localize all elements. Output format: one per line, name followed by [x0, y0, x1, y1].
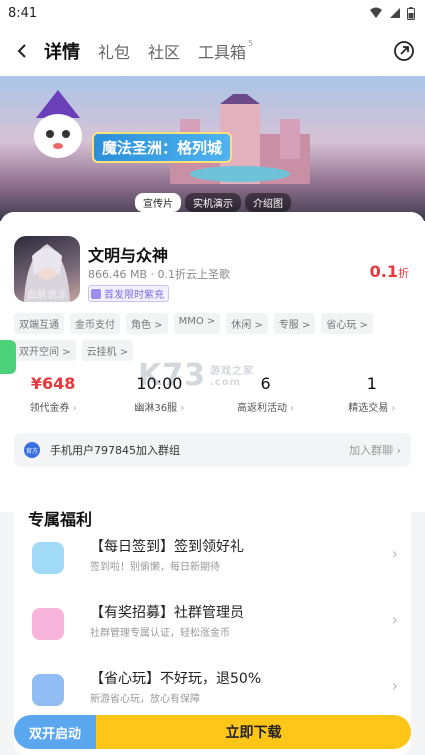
game-info-card: 血脉诡泺 文明与众神 866.46 MB · 0.1折云上圣歌 首发限时紫充 0…	[0, 212, 425, 512]
welfare-item-title: 【有奖招募】社群管理员	[90, 605, 244, 621]
discount-value: 0.1折	[370, 262, 409, 281]
share-button[interactable]	[393, 40, 415, 66]
group-text: 手机用户797845加入群组	[50, 444, 180, 457]
battery-icon	[407, 6, 415, 20]
discount-number: 0.1	[369, 262, 398, 281]
game-detail-page: 8:41 详情 礼包 社区 工具箱 5 魔法圣洲：格列城 宣传片 实机演示 介绍…	[0, 0, 425, 755]
stat-rebate[interactable]: 6 高返利活动	[213, 374, 319, 414]
status-icons	[369, 6, 415, 20]
welfare-item[interactable]: 【每日签到】签到领好礼签到啦！别偷懒，每日新期待 ›	[28, 534, 398, 594]
tab-toolbox-label: 工具箱	[198, 43, 247, 62]
tag[interactable]: 休闲 >	[226, 313, 268, 334]
welfare-icon	[32, 608, 64, 640]
tag[interactable]: 云挂机 >	[81, 340, 134, 361]
tab-toolbox[interactable]: 工具箱 5	[198, 39, 253, 63]
discount-unit: 折	[398, 267, 409, 280]
stat-value: 6	[260, 374, 271, 393]
welfare-item-subtitle: 签到啦！别偷懒，每日新期待	[90, 562, 220, 573]
stat-label: 高返利活动	[213, 399, 319, 414]
media-tab-trailer[interactable]: 宣传片	[135, 193, 181, 212]
floating-side-button[interactable]	[0, 340, 16, 374]
dual-launch-button[interactable]: 双开启动	[14, 715, 96, 749]
app-icon: 血脉诡泺	[14, 236, 80, 302]
tab-community[interactable]: 社区	[148, 39, 180, 63]
tag-list: 双端互通 金币支付 角色 > MMO > 休闲 > 专服 > 省心玩 > 双开空间 > 云挂机 …	[14, 313, 414, 361]
tab-toolbox-badge: 5	[247, 39, 254, 48]
app-meta: 866.46 MB · 0.1折云上圣歌	[88, 268, 231, 281]
stat-trade[interactable]: 1 精选交易	[319, 374, 425, 414]
download-button[interactable]: 立即下载	[96, 715, 411, 749]
signal-icon	[390, 8, 400, 18]
badge-icon	[91, 288, 101, 299]
tag[interactable]: 角色 >	[126, 313, 168, 334]
app-icon-text: 血脉诡泺	[27, 288, 67, 301]
launch-badge: 首发限时紫充	[88, 285, 169, 302]
join-group-button[interactable]: 加入群聊 ›	[349, 442, 401, 458]
status-time: 8:41	[8, 5, 38, 21]
group-icon: 官方	[24, 442, 40, 458]
stat-label: 幽淋36服	[106, 399, 212, 414]
banner-title: 魔法圣洲：格列城	[92, 132, 233, 163]
join-group-row[interactable]: 官方 手机用户797845加入群组 加入群聊 ›	[14, 433, 411, 467]
tag[interactable]: 双开空间 >	[14, 340, 76, 361]
tag[interactable]: 省心玩 >	[321, 313, 373, 334]
top-nav: 详情 礼包 社区 工具箱 5	[0, 26, 425, 76]
tag[interactable]: 双端互通	[14, 313, 64, 334]
welfare-item-subtitle: 新游省心玩，放心有保障	[90, 694, 200, 705]
chevron-right-icon: ›	[391, 544, 398, 563]
badge-label: 首发限时紫充	[104, 290, 164, 301]
welfare-item[interactable]: 【有奖招募】社群管理员社群管理专属认证，轻松涨金币 ›	[28, 600, 398, 660]
welfare-item-subtitle: 社群管理专属认证，轻松涨金币	[90, 628, 230, 639]
tag[interactable]: 金币支付	[70, 313, 120, 334]
nav-tabs: 详情 礼包 社区 工具箱 5	[44, 38, 253, 64]
character-art: 血脉诡泺	[24, 244, 70, 302]
bottom-action-bar: 双开启动 立即下载	[14, 715, 411, 755]
tag[interactable]: MMO >	[173, 313, 221, 334]
chevron-right-icon: ›	[391, 610, 398, 629]
share-icon	[394, 41, 414, 61]
wifi-icon	[370, 7, 382, 18]
stat-value: ¥648	[30, 374, 76, 393]
media-tabs: 宣传片 实机演示 介绍图	[135, 193, 291, 212]
mascot-illustration	[34, 90, 82, 158]
chevron-right-icon: ›	[391, 676, 398, 695]
stat-value: 10:00	[136, 374, 183, 393]
stat-label: 精选交易	[319, 399, 425, 414]
app-name: 文明与众神	[88, 246, 169, 265]
welfare-icon	[32, 542, 64, 574]
stat-voucher[interactable]: ¥648 领代金券	[0, 374, 106, 414]
back-button[interactable]	[0, 26, 44, 76]
welfare-item-title: 【省心玩】不好玩，退50%	[90, 671, 262, 687]
welfare-title: 专属福利	[28, 510, 93, 529]
tab-gifts[interactable]: 礼包	[98, 39, 130, 63]
welfare-icon	[32, 674, 64, 706]
media-banner[interactable]: 魔法圣洲：格列城 宣传片 实机演示 介绍图	[0, 76, 425, 221]
stat-value: 1	[366, 374, 377, 393]
stat-label: 领代金券	[0, 399, 106, 414]
stats-row: ¥648 领代金券 10:00 幽淋36服 6 高返利活动 1 精选交易	[0, 374, 425, 414]
tab-detail[interactable]: 详情	[44, 38, 80, 64]
media-tab-gameplay[interactable]: 实机演示	[185, 193, 241, 212]
tag[interactable]: 专服 >	[273, 313, 316, 334]
media-tab-screenshots[interactable]: 介绍图	[245, 193, 291, 212]
welfare-item-title: 【每日签到】签到领好礼	[90, 539, 244, 555]
stat-server[interactable]: 10:00 幽淋36服	[106, 374, 212, 414]
chevron-left-icon	[17, 44, 26, 58]
status-bar: 8:41	[0, 0, 425, 26]
